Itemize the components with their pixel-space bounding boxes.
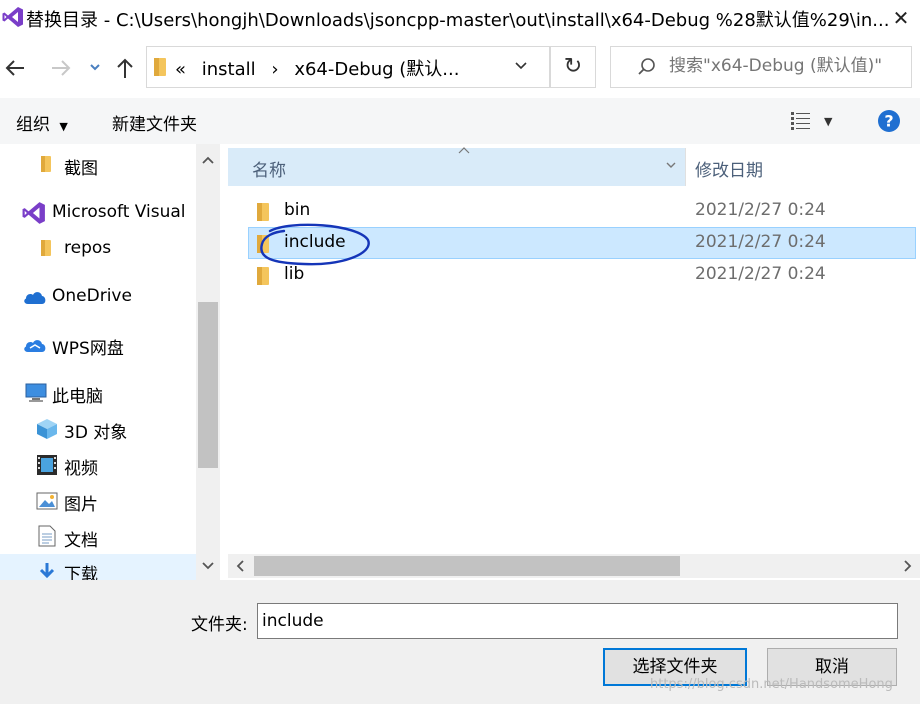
nav-item-microsoft-visual[interactable]: Microsoft Visual: [0, 196, 196, 230]
computer-icon: [24, 383, 48, 403]
scroll-down-icon[interactable]: [200, 558, 216, 574]
nav-item-screenshots[interactable]: 截图: [0, 148, 196, 182]
organize-label: 组织: [16, 115, 50, 135]
nav-label: 下载: [64, 565, 98, 580]
nav-label: 图片: [64, 495, 98, 515]
nav-item-documents[interactable]: 文档: [0, 520, 196, 554]
nav-item-videos[interactable]: 视频: [0, 448, 196, 482]
folder-name-input[interactable]: [257, 603, 898, 639]
nav-item-onedrive[interactable]: OneDrive: [0, 280, 196, 314]
nav-label: 截图: [64, 159, 98, 179]
folder-icon: [256, 202, 270, 222]
address-separator-icon: ›: [271, 59, 279, 80]
nav-item-3d-objects[interactable]: 3D 对象: [0, 412, 196, 446]
nav-item-downloads[interactable]: 下载: [0, 554, 196, 580]
organize-menu[interactable]: 组织 ▼: [16, 110, 68, 135]
nav-label: WPS网盘: [52, 339, 124, 359]
window-title: 替换目录 - C:\Users\hongjh\Downloads\jsoncpp…: [26, 10, 890, 31]
search-box[interactable]: [610, 46, 912, 88]
folder-icon: [40, 239, 52, 257]
up-button[interactable]: [112, 52, 140, 84]
scroll-up-icon[interactable]: [200, 152, 216, 168]
close-icon[interactable]: ✕: [886, 4, 916, 32]
file-date: 2021/2/27 0:24: [695, 264, 826, 284]
column-header-date[interactable]: 修改日期: [695, 156, 763, 181]
nav-item-repos[interactable]: repos: [0, 232, 196, 266]
nav-item-wps-cloud[interactable]: WPS网盘: [0, 328, 196, 362]
organize-dropdown-icon: ▼: [59, 120, 68, 133]
view-dropdown-icon[interactable]: ▼: [824, 115, 832, 128]
scroll-right-icon[interactable]: [900, 558, 916, 574]
scroll-left-icon[interactable]: [232, 558, 248, 574]
nav-item-pictures[interactable]: 图片: [0, 484, 196, 518]
nav-label: 文档: [64, 531, 98, 551]
picture-icon: [36, 492, 58, 510]
column-filter-chevron-icon[interactable]: [664, 158, 678, 172]
search-icon: [637, 57, 657, 77]
svg-text:?: ?: [884, 112, 893, 131]
column-name-label: 名称: [252, 161, 286, 181]
nav-label: 视频: [64, 459, 98, 479]
nav-scrollbar-thumb[interactable]: [198, 302, 218, 468]
refresh-icon[interactable]: ↻: [550, 46, 596, 88]
hand-drawn-circle-annotation: [250, 222, 374, 270]
document-icon: [38, 525, 56, 547]
folder-icon: [40, 155, 52, 173]
folder-label: 文件夹:: [191, 615, 248, 635]
new-folder-button[interactable]: 新建文件夹: [112, 110, 197, 135]
file-list-hscrollbar-thumb[interactable]: [254, 556, 680, 576]
column-divider: [685, 148, 686, 186]
search-input[interactable]: [669, 56, 905, 76]
file-date: 2021/2/27 0:24: [695, 200, 826, 220]
download-icon: [38, 562, 56, 580]
watermark: https://blog.csdn.net/HandsomeHong: [650, 677, 893, 692]
visual-studio-icon: [22, 201, 46, 225]
file-date: 2021/2/27 0:24: [695, 232, 826, 252]
file-name: bin: [284, 200, 311, 220]
cloud-icon: [22, 336, 48, 354]
address-dropdown-icon[interactable]: [513, 57, 529, 73]
visual-studio-icon: [2, 6, 24, 28]
back-button[interactable]: [2, 52, 30, 84]
address-bar[interactable]: « install › x64-Debug (默认...: [146, 46, 550, 88]
nav-label: OneDrive: [52, 286, 132, 306]
view-options-icon[interactable]: [790, 110, 812, 132]
navigation-pane[interactable]: 截图 Microsoft Visual repos OneDrive WPS网盘…: [0, 144, 220, 580]
address-path: « install › x64-Debug (默认...: [175, 55, 469, 81]
address-segment-x64-debug[interactable]: x64-Debug (默认...: [294, 59, 459, 80]
nav-item-this-pc[interactable]: 此电脑: [0, 376, 196, 410]
nav-label: Microsoft Visual: [52, 202, 186, 222]
folder-icon: [153, 57, 167, 77]
recent-locations-chevron-icon[interactable]: [88, 60, 102, 74]
video-icon: [36, 454, 58, 476]
address-overflow[interactable]: «: [175, 59, 186, 80]
cube-icon: [36, 418, 58, 440]
nav-label: 3D 对象: [64, 423, 128, 443]
nav-label: 此电脑: [52, 387, 103, 407]
address-segment-install[interactable]: install: [202, 59, 256, 80]
nav-label: repos: [64, 238, 112, 258]
forward-button[interactable]: [48, 52, 76, 84]
sort-ascending-icon: [457, 146, 471, 154]
help-icon[interactable]: ?: [877, 109, 901, 133]
cloud-icon: [22, 288, 48, 306]
